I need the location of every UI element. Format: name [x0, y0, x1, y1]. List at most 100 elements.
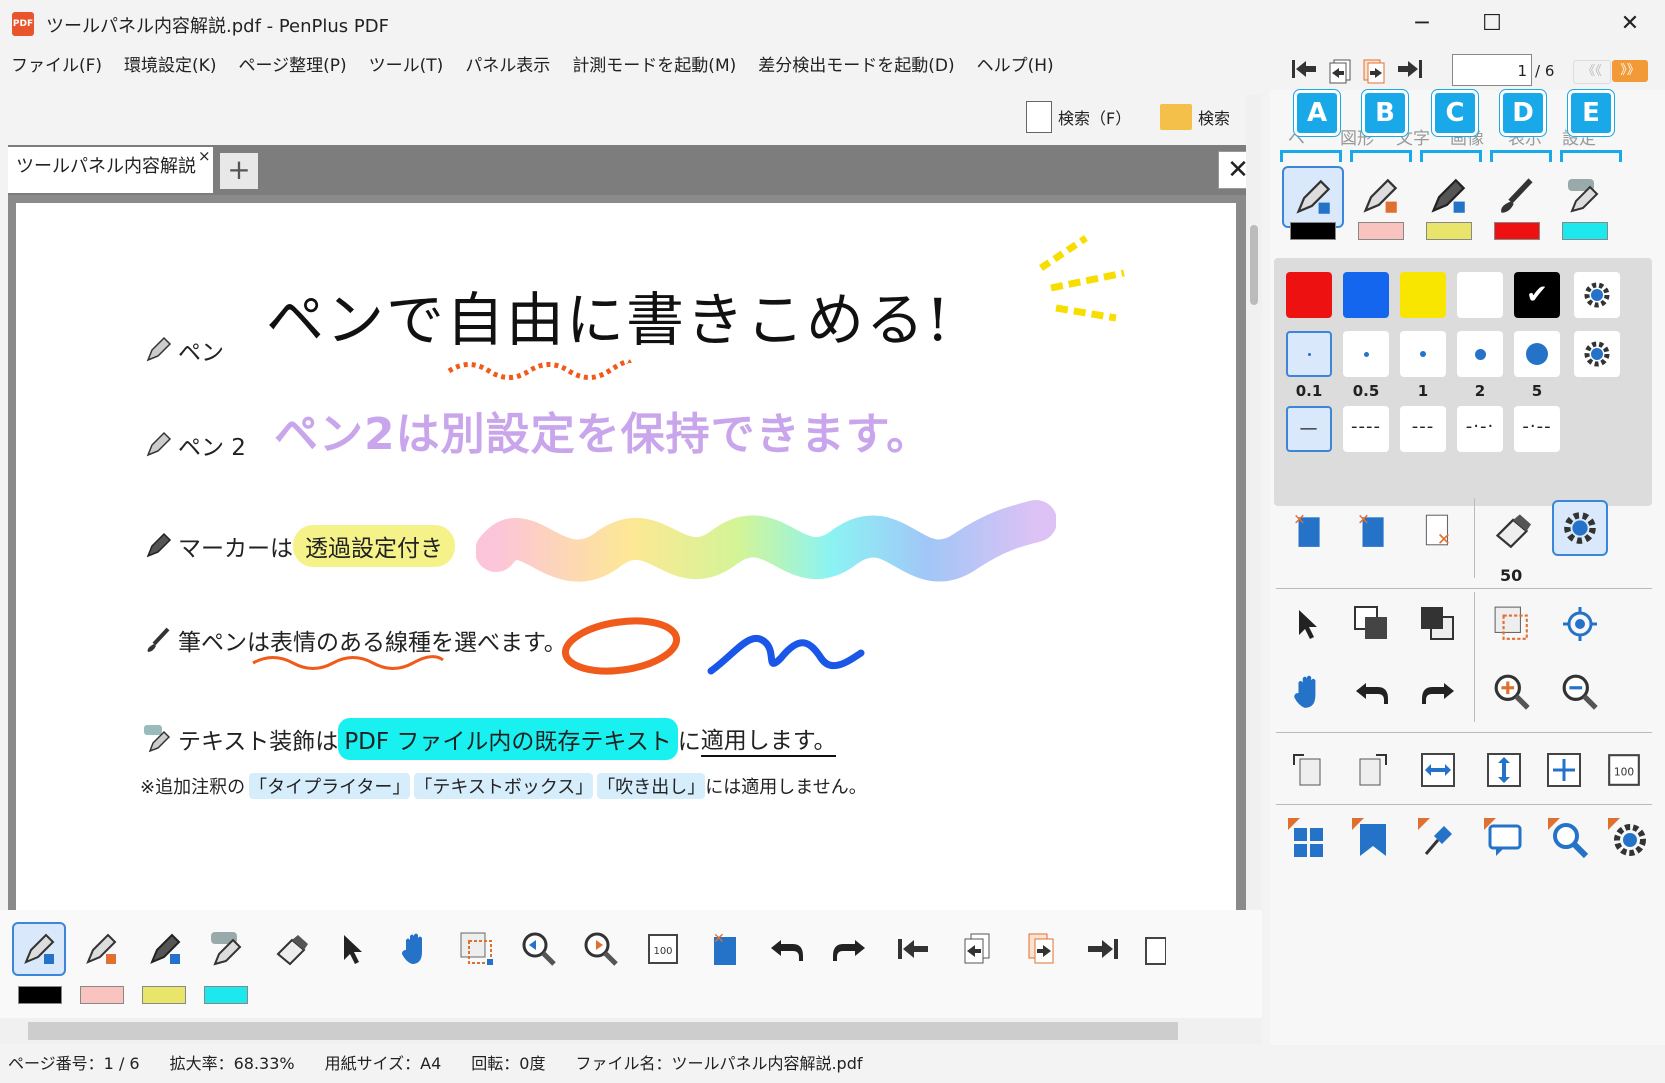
first-page-bottom-button[interactable] — [886, 922, 940, 976]
fit-height-button[interactable] — [1476, 742, 1532, 798]
hand-tool-button[interactable] — [388, 922, 442, 976]
page-number-input[interactable]: 1 — [1452, 54, 1532, 86]
minimize-button[interactable]: ─ — [1392, 6, 1452, 42]
bookmarks-panel-button[interactable] — [1344, 810, 1400, 866]
zoom-in-bottom-button[interactable] — [574, 922, 628, 976]
color-red-button[interactable] — [1286, 272, 1332, 318]
panel-brush-color[interactable] — [1494, 222, 1540, 240]
delete-selected-button[interactable]: ✕ — [698, 922, 752, 976]
line-dashdotdot-button[interactable]: -·-- — [1514, 406, 1560, 452]
document-tab[interactable]: ツールパネル内容解説 — [8, 147, 213, 193]
size-2-button[interactable] — [1457, 331, 1503, 377]
fit-page-button[interactable] — [1536, 742, 1592, 798]
panel-text-color[interactable] — [1562, 222, 1608, 240]
zoom-out-bottom-button[interactable] — [512, 922, 566, 976]
panel-eraser-button[interactable] — [1484, 502, 1540, 558]
color-blue-button[interactable] — [1343, 272, 1389, 318]
line-solid-button[interactable]: — — [1286, 406, 1332, 452]
pen2-tool-button[interactable] — [74, 922, 128, 976]
last-page-icon[interactable] — [1396, 58, 1424, 86]
comments-panel-button[interactable] — [1476, 810, 1532, 866]
document-viewport[interactable]: ペン ペンで自由に書きこめる! ペン 2 ペン2は別設定を保持できます。 マーカ… — [8, 195, 1246, 913]
panel-pen2-color[interactable] — [1358, 222, 1404, 240]
line-dash-button[interactable]: ---- — [1343, 406, 1389, 452]
color-yellow-button[interactable] — [1400, 272, 1446, 318]
pen-tool-button[interactable] — [12, 922, 66, 976]
pen-color-swatch[interactable] — [18, 986, 62, 1004]
rotate-right-button[interactable] — [1344, 742, 1400, 798]
size-1-button[interactable] — [1400, 331, 1446, 377]
history-back-button[interactable]: 《《 — [1573, 60, 1611, 84]
redo-bottom-button[interactable] — [822, 922, 876, 976]
line-longdash-button[interactable]: --- — [1400, 406, 1446, 452]
vertical-scroll-thumb[interactable] — [1250, 225, 1258, 305]
next-page-bottom-button[interactable] — [1014, 922, 1068, 976]
panel-pen-color[interactable] — [1290, 222, 1336, 240]
menu-file[interactable]: ファイル(F) — [0, 48, 113, 84]
panel-marker-button[interactable] — [1420, 168, 1476, 224]
menu-tools[interactable]: ツール(T) — [358, 48, 455, 84]
panel-marker-color[interactable] — [1426, 222, 1472, 240]
prev-page-bottom-button[interactable] — [950, 922, 1004, 976]
horizontal-scrollbar[interactable] — [0, 1018, 1262, 1044]
panel-pen-button[interactable] — [1282, 166, 1344, 228]
maximize-button[interactable]: ☐ — [1462, 6, 1522, 42]
undo-bottom-button[interactable] — [760, 922, 814, 976]
menu-help[interactable]: ヘルプ(H) — [966, 48, 1065, 84]
pen2-color-swatch[interactable] — [80, 986, 124, 1004]
color-settings-button[interactable] — [1574, 272, 1620, 318]
color-white-button[interactable] — [1457, 272, 1503, 318]
tab-close-icon[interactable]: × — [198, 147, 211, 165]
select-tool-button[interactable] — [326, 922, 380, 976]
area-select-button[interactable] — [450, 922, 504, 976]
horizontal-scroll-thumb[interactable] — [28, 1022, 1178, 1040]
rotate-left-button[interactable] — [1280, 742, 1336, 798]
panel-zoom-out-button[interactable] — [1552, 664, 1608, 720]
delete-page-annotations-button[interactable]: ✕ — [1344, 502, 1400, 558]
menu-diff-mode[interactable]: 差分検出モードを起動(D) — [747, 48, 965, 84]
vertical-scrollbar[interactable] — [1246, 95, 1262, 910]
menu-measure-mode[interactable]: 計測モードを起動(M) — [561, 48, 747, 84]
pins-panel-button[interactable] — [1410, 810, 1466, 866]
more-tools-button[interactable] — [1136, 922, 1166, 976]
color-black-button[interactable]: ✔ — [1514, 272, 1560, 318]
delete-all-annotations-button[interactable]: ✕ — [1410, 502, 1466, 558]
marker-color-swatch[interactable] — [142, 986, 186, 1004]
last-page-bottom-button[interactable] — [1076, 922, 1130, 976]
menu-settings[interactable]: 環境設定(K) — [113, 48, 227, 84]
search-panel-button[interactable] — [1540, 810, 1596, 866]
panel-pen2-button[interactable] — [1352, 168, 1408, 224]
actual-size-panel-button[interactable]: 100 — [1596, 742, 1652, 798]
panel-redo-button[interactable] — [1410, 664, 1466, 720]
panel-zoom-in-button[interactable] — [1484, 664, 1540, 720]
first-page-icon[interactable] — [1290, 58, 1318, 86]
search-folder-button[interactable]: 検索 — [1160, 98, 1230, 136]
size-0.5-button[interactable] — [1343, 331, 1389, 377]
search-text-button[interactable]: 検索（F） — [1026, 98, 1131, 136]
size-settings-button[interactable] — [1574, 331, 1620, 377]
fit-width-button[interactable] — [1410, 742, 1466, 798]
thumbnails-panel-button[interactable] — [1280, 810, 1336, 866]
delete-annotation-button[interactable]: ✕ — [1280, 502, 1336, 558]
size-0.1-button[interactable] — [1286, 331, 1332, 377]
size-5-button[interactable] — [1514, 331, 1560, 377]
send-back-button[interactable] — [1410, 596, 1466, 652]
eraser-settings-button[interactable] — [1552, 500, 1608, 556]
text-markup-tool-button[interactable] — [200, 922, 254, 976]
panel-area-select-button[interactable] — [1484, 596, 1540, 652]
line-dashdot-button[interactable]: -·-· — [1457, 406, 1503, 452]
panel-settings-button[interactable] — [1600, 810, 1656, 866]
next-page-icon[interactable] — [1360, 58, 1388, 86]
prev-page-icon[interactable] — [1326, 58, 1354, 86]
add-tab-button[interactable]: + — [220, 153, 258, 189]
panel-brush-button[interactable] — [1488, 168, 1544, 224]
panel-select-button[interactable] — [1280, 596, 1336, 652]
panel-hand-button[interactable] — [1280, 664, 1336, 720]
eraser-tool-button[interactable] — [264, 922, 318, 976]
actual-size-button[interactable]: 100 — [636, 922, 690, 976]
close-button[interactable]: ✕ — [1600, 6, 1660, 42]
text-color-swatch[interactable] — [204, 986, 248, 1004]
history-forward-button[interactable]: 》》 — [1612, 60, 1648, 82]
panel-text-markup-button[interactable] — [1556, 168, 1612, 224]
bring-front-button[interactable] — [1344, 596, 1400, 652]
